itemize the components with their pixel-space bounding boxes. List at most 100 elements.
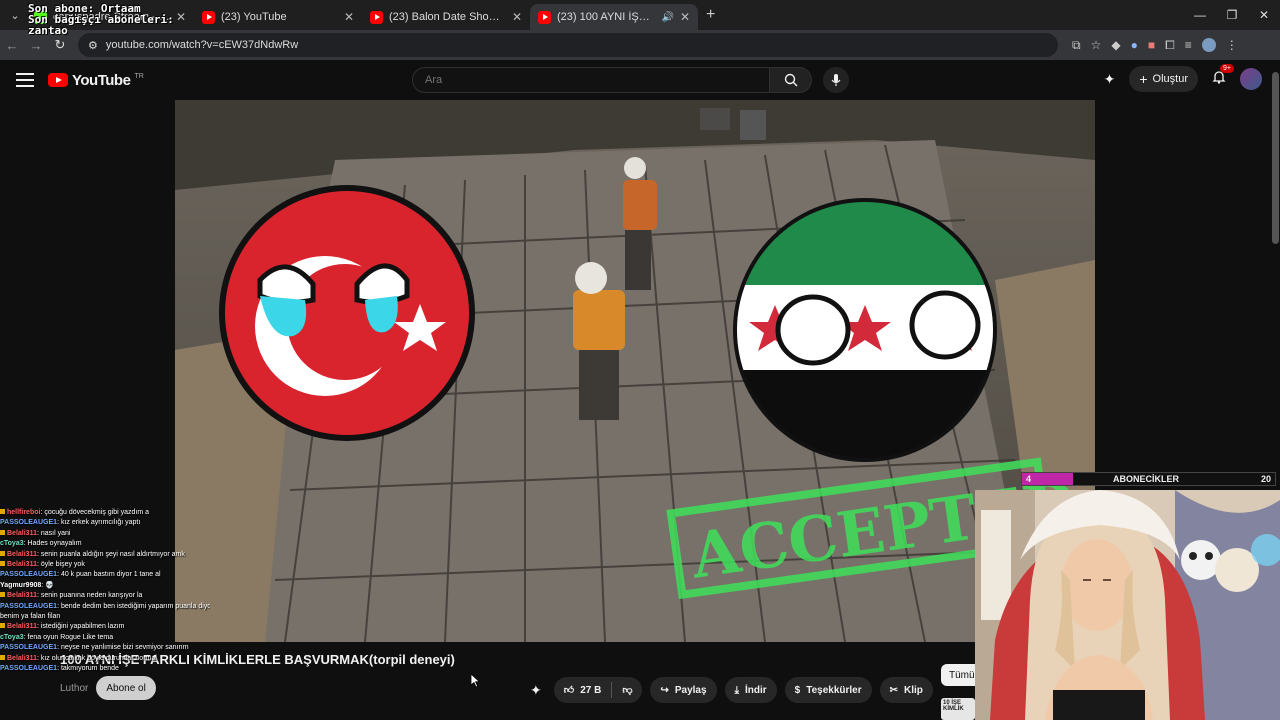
share-label: Paylaş (674, 684, 707, 696)
browser-tab-strip: ⌄ canuspadre Stream - Watch Li ✕ (23) Yo… (0, 0, 1280, 30)
chat-badge-icon (0, 529, 5, 535)
chat-username: Belali311 (7, 623, 37, 631)
tab-search-chevron-icon[interactable]: ⌄ (4, 4, 26, 26)
chat-text: : istediğini yapabilmen lazım (36, 623, 125, 631)
close-icon[interactable]: ✕ (176, 10, 186, 24)
youtube-logo-icon (48, 73, 68, 87)
avatar[interactable] (1240, 68, 1262, 90)
chat-message: Yagmur9908: 💀 (0, 581, 210, 591)
chat-username: Belali311 (7, 550, 37, 558)
sparkle-ask-icon[interactable]: ✦ (530, 682, 542, 699)
chat-username: Belali311 (7, 592, 37, 600)
share-arrow-icon: ↪ (660, 684, 669, 696)
youtube-logo[interactable]: YouTube TR (48, 72, 144, 89)
menu-hamburger-icon[interactable] (16, 73, 34, 87)
extension-diamond-icon[interactable]: ◆ (1111, 38, 1120, 52)
voice-search-button[interactable] (823, 67, 849, 93)
reload-icon[interactable]: ↻ (48, 37, 72, 53)
chat-username: Yagmur9908 (0, 581, 42, 589)
extensions-puzzle-icon[interactable]: ⧠ (1165, 38, 1175, 53)
youtube-header: YouTube TR ✦ + Oluştur 9+ (0, 60, 1280, 100)
webcam-frame (975, 490, 1280, 720)
chat-text: : çocuğu dövecekmiş gibi yazdım a (40, 509, 150, 516)
minimize-icon[interactable]: — (1184, 8, 1216, 22)
chat-username: PASSOLEAUGE1 (0, 602, 58, 610)
notifications-button[interactable]: 9+ (1212, 63, 1234, 89)
thanks-button[interactable]: $ Teşekkürler (784, 677, 872, 703)
tab-current-video[interactable]: (23) 100 AYNI İŞE FARKLI Kİ 🔊 ✕ (530, 4, 698, 30)
scissors-icon: ✂ (889, 684, 899, 696)
thumbnail-text: 10 İŞE KİMLİK (943, 700, 964, 712)
chat-text: : senin puanla aldığın şeyi nasıl aldırt… (36, 550, 185, 558)
chat-message: PASSOLEAUGE1: kız erkek ayrımcılığı yapt… (0, 518, 210, 528)
dislike-button[interactable]: 👎︎ (612, 677, 642, 703)
chat-message: cToya3: Hades oynayalım (0, 539, 210, 549)
install-app-icon[interactable]: ⧉ (1072, 38, 1081, 53)
reading-list-icon[interactable]: ≡ (1185, 38, 1192, 52)
chat-badge-icon (0, 550, 5, 556)
chat-badge-icon (0, 623, 5, 629)
chat-username: Belali311 (7, 654, 37, 662)
speaker-icon[interactable]: 🔊 (661, 12, 673, 23)
extension-color-icon[interactable]: ■ (1148, 38, 1155, 52)
site-info-icon[interactable]: ⚙ (88, 39, 98, 52)
youtube-icon (538, 10, 551, 24)
header-actions: ✦ + Oluştur 9+ (1104, 63, 1262, 92)
close-icon[interactable]: ✕ (512, 10, 522, 24)
related-video-thumbnail[interactable]: 10 İŞE KİMLİK (941, 698, 975, 720)
share-button[interactable]: ↪ Paylaş (650, 677, 717, 703)
chat-username: PASSOLEAUGE1 (0, 644, 58, 652)
chat-text: : kız erkek ayrımcılığı yaptı (57, 519, 141, 527)
chat-message: cToya3: fena oyun Rogue Like tema (0, 633, 210, 643)
profile-avatar[interactable] (1201, 38, 1216, 52)
maximize-icon[interactable]: ❐ (1216, 8, 1248, 22)
chip-all-label: Tümü (949, 669, 975, 681)
download-button[interactable]: ⤓ İndir (724, 677, 777, 703)
close-icon[interactable]: ✕ (344, 10, 354, 24)
super-thanks-icon: $ (794, 684, 801, 696)
search-button[interactable] (770, 67, 812, 93)
chat-username: cToya3 (0, 540, 24, 548)
microphone-icon (831, 74, 841, 86)
download-icon: ⤓ (734, 684, 739, 696)
like-button[interactable]: 👍︎ 27 B (554, 677, 612, 703)
chat-message: PASSOLEAUGE1: neyse ne yanlımise bizi se… (0, 643, 210, 653)
bookmark-star-icon[interactable]: ☆ (1091, 38, 1102, 52)
tab-youtube-home[interactable]: (23) YouTube ✕ (194, 4, 362, 30)
back-arrow-icon[interactable]: ← (0, 38, 24, 53)
chat-message: Belali311: öyle bişey yok (0, 560, 210, 570)
goal-target: 20 (1260, 474, 1271, 484)
browser-menu-icon[interactable]: ⋮ (1226, 38, 1238, 52)
chat-text: : fena oyun Rogue Like tema (23, 633, 114, 641)
chat-text: : senin puanına neden karışıyor la (36, 592, 143, 600)
forward-arrow-icon[interactable]: → (24, 38, 48, 53)
chat-message: PASSOLEAUGE1: 40 k puan bastım diyor 1 t… (0, 570, 210, 580)
clip-label: Klip (904, 684, 923, 696)
chat-text: : öyle bişey yok (36, 561, 85, 569)
search-input[interactable] (412, 67, 770, 93)
tab-balon-date[interactable]: (23) Balon Date Show 15. Bölüm ✕ (362, 4, 530, 30)
chat-text: : Hades oynayalım (23, 540, 82, 548)
video-actions: ✦ 👍︎ 27 B 👎︎ ↪ Paylaş ⤓ İndir $ Teşekkür… (530, 677, 933, 703)
goal-label: ABONECİKLER (1112, 474, 1179, 484)
address-bar[interactable]: ⚙ youtube.com/watch?v=cEW37dNdwRw (78, 33, 1058, 57)
new-tab-plus-icon[interactable]: + (706, 6, 715, 24)
extension-vpn-icon[interactable]: ● (1131, 38, 1138, 52)
create-button[interactable]: + Oluştur (1129, 66, 1198, 92)
close-window-icon[interactable]: ✕ (1248, 8, 1280, 22)
mouse-cursor-icon (471, 674, 481, 688)
close-icon[interactable]: ✕ (680, 10, 690, 24)
chat-message: Belali311: senin puanına neden karışıyor… (0, 591, 210, 601)
page-scrollbar[interactable] (1272, 72, 1279, 244)
chat-message: Belali311: kız olunca knk böyle durumlar… (0, 654, 210, 664)
sparkle-icon[interactable]: ✦ (1104, 71, 1116, 88)
chat-text: : neyse ne yanlımise bizi sevmiyor sanır… (57, 644, 189, 652)
plus-icon: + (1139, 71, 1148, 87)
clip-button[interactable]: ✂ Klip (879, 677, 933, 703)
chat-message: Belali311: istediğini yapabilmen lazım (0, 622, 210, 632)
like-dislike-group: 👍︎ 27 B 👎︎ (553, 677, 643, 703)
tab-title: (23) 100 AYNI İŞE FARKLI Kİ (557, 11, 656, 23)
video-player[interactable]: ACCEPTED (175, 100, 1095, 642)
url-text[interactable]: youtube.com/watch?v=cEW37dNdwRw (106, 39, 1048, 51)
chat-message: hellfireboi: çocuğu dövecekmiş gibi yazd… (0, 508, 210, 518)
